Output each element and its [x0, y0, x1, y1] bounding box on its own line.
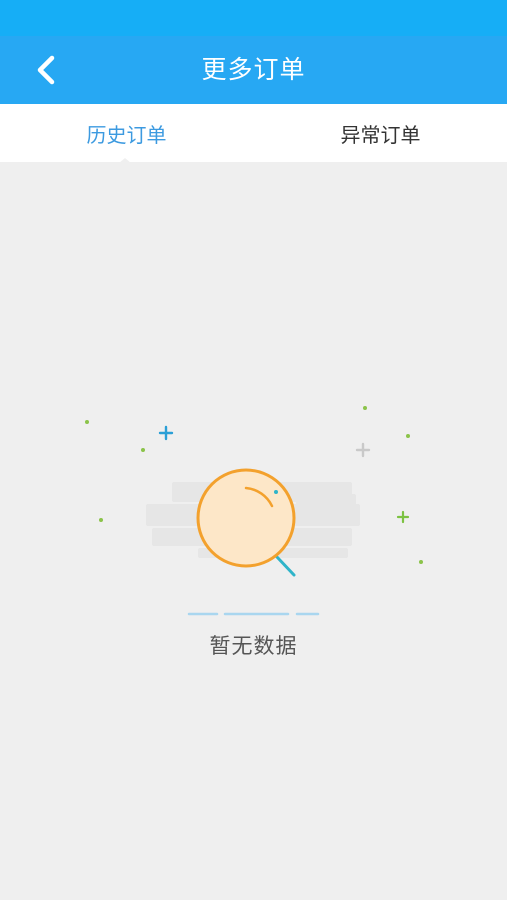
status-bar — [0, 0, 507, 36]
plus-sparkle-green-icon — [396, 510, 410, 524]
empty-state-message: 暂无数据 — [209, 634, 298, 658]
magnifier-icon — [196, 468, 296, 577]
page-title: 更多订单 — [201, 55, 306, 84]
empty-state-illustration — [85, 406, 423, 616]
tab-abnormal-orders[interactable]: 异常订单 — [254, 104, 507, 162]
plus-sparkle-gray-icon — [355, 442, 371, 458]
tab-bar: 历史订单 异常订单 — [0, 104, 507, 162]
plus-sparkle-blue-icon — [158, 425, 174, 441]
active-tab-indicator — [119, 158, 131, 163]
header-bar: 更多订单 — [0, 36, 507, 104]
tab-history-orders[interactable]: 历史订单 — [0, 104, 253, 162]
